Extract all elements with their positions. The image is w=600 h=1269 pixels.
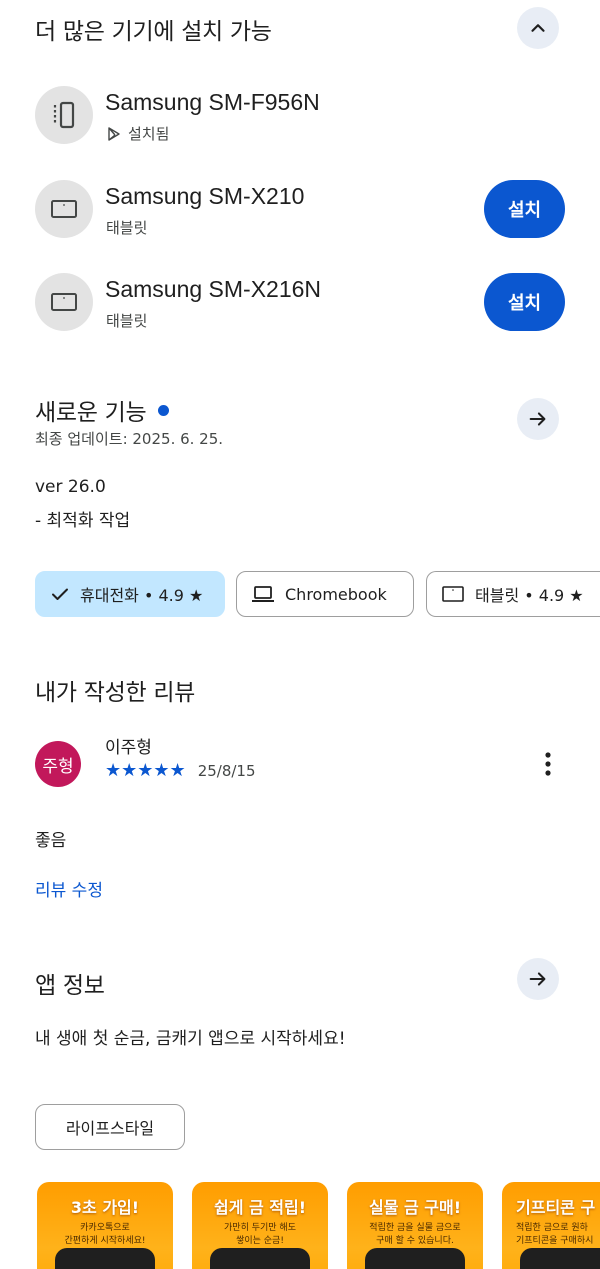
- screenshot-2[interactable]: 쉽게 금 적립! 가만히 두기만 해도 쌓이는 순금!: [192, 1182, 328, 1269]
- more-vertical-icon: [545, 752, 551, 776]
- more-options-button[interactable]: [528, 744, 568, 784]
- device-type: 태블릿: [106, 219, 148, 237]
- chip-chromebook[interactable]: Chromebook: [236, 571, 414, 617]
- play-store-icon: [108, 126, 120, 141]
- edit-review-link[interactable]: 리뷰 수정: [35, 876, 103, 901]
- screenshot-headline: 실물 금 구매!: [368, 1198, 462, 1217]
- my-review-title: 내가 작성한 리뷰: [35, 680, 196, 706]
- app-description: 내 생애 첫 순금, 금캐기 앱으로 시작하세요!: [35, 1029, 346, 1049]
- device-name: Samsung SM-F956N: [105, 89, 320, 115]
- laptop-icon: [252, 586, 274, 602]
- check-icon: [52, 588, 68, 600]
- review-author: 이주형: [105, 738, 152, 758]
- foldable-phone-icon: [53, 101, 75, 129]
- tablet-icon: [51, 200, 77, 218]
- screenshot-headline: 쉽게 금 적립!: [213, 1198, 307, 1217]
- device-row-3: Samsung SM-X216N 태블릿 설치: [35, 273, 565, 333]
- screenshot-caption: 적립한 금을 실물 금으로 구매 할 수 있습니다.: [369, 1223, 461, 1246]
- avatar: 주형: [35, 741, 81, 787]
- chip-chromebook-label: Chromebook: [285, 584, 387, 604]
- category-chip[interactable]: 라이프스타일: [35, 1104, 185, 1150]
- device-icon-circle: [35, 86, 93, 144]
- device-icon-circle: [35, 180, 93, 238]
- arrow-right-icon: [529, 412, 546, 426]
- devices-section-title: 더 많은 기기에 설치 가능: [35, 19, 272, 45]
- whats-new-header: 새로운 기능: [35, 393, 170, 427]
- chip-phone[interactable]: 휴대전화 • 4.9 ★: [35, 571, 225, 617]
- screenshot-1[interactable]: 3초 가입! 카카오톡으로 간편하게 시작하세요!: [37, 1182, 173, 1269]
- chip-tablet-label: 태블릿 • 4.9 ★: [475, 586, 584, 605]
- tablet-icon: [442, 586, 464, 602]
- screenshot-caption: 적립한 금으로 원하 기프티콘을 구매하시: [516, 1223, 594, 1246]
- phone-mockup: [365, 1248, 465, 1269]
- device-name: Samsung SM-X210: [105, 183, 305, 209]
- whats-new-arrow-button[interactable]: [517, 398, 559, 440]
- screenshot-headline: 3초 가입!: [70, 1198, 140, 1217]
- screenshot-caption: 가만히 두기만 해도 쌓이는 순금!: [224, 1223, 296, 1246]
- install-button[interactable]: 설치: [484, 273, 565, 331]
- rating-stars: ★★★★★: [105, 760, 186, 781]
- release-notes: - 최적화 작업: [35, 511, 131, 531]
- new-dot-indicator: [158, 404, 170, 416]
- device-type: 태블릿: [106, 312, 148, 330]
- install-button[interactable]: 설치: [484, 180, 565, 238]
- phone-mockup: [520, 1248, 600, 1269]
- device-row-1: Samsung SM-F956N 설치됨: [35, 86, 575, 146]
- chip-phone-label: 휴대전화 • 4.9 ★: [80, 586, 204, 605]
- device-row-2: Samsung SM-X210 태블릿 설치: [35, 180, 565, 240]
- version-text: ver 26.0: [35, 477, 106, 497]
- screenshot-headline: 기프티콘 구: [516, 1198, 596, 1217]
- tablet-icon: [51, 293, 77, 311]
- app-info-title: 앱 정보: [35, 973, 105, 999]
- screenshot-3[interactable]: 실물 금 구매! 적립한 금을 실물 금으로 구매 할 수 있습니다.: [347, 1182, 483, 1269]
- last-updated: 최종 업데이트: 2025. 6. 25.: [35, 430, 224, 448]
- review-meta: ★★★★★ 25/8/15: [105, 760, 256, 781]
- review-date: 25/8/15: [197, 761, 256, 780]
- chevron-up-icon: [531, 24, 545, 32]
- chip-tablet[interactable]: 태블릿 • 4.9 ★: [426, 571, 600, 617]
- device-status-label: 설치됨: [128, 125, 170, 143]
- whats-new-title: 새로운 기능: [35, 400, 147, 426]
- device-status: 설치됨: [106, 123, 169, 144]
- collapse-button[interactable]: [517, 7, 559, 49]
- device-icon-circle: [35, 273, 93, 331]
- phone-mockup: [210, 1248, 310, 1269]
- phone-mockup: [55, 1248, 155, 1269]
- arrow-right-icon: [529, 972, 546, 986]
- app-info-arrow-button[interactable]: [517, 958, 559, 1000]
- screenshot-4[interactable]: 기프티콘 구 적립한 금으로 원하 기프티콘을 구매하시: [502, 1182, 600, 1269]
- screenshot-caption: 카카오톡으로 간편하게 시작하세요!: [64, 1223, 146, 1246]
- device-name: Samsung SM-X216N: [105, 276, 322, 302]
- review-text: 좋음: [35, 831, 67, 851]
